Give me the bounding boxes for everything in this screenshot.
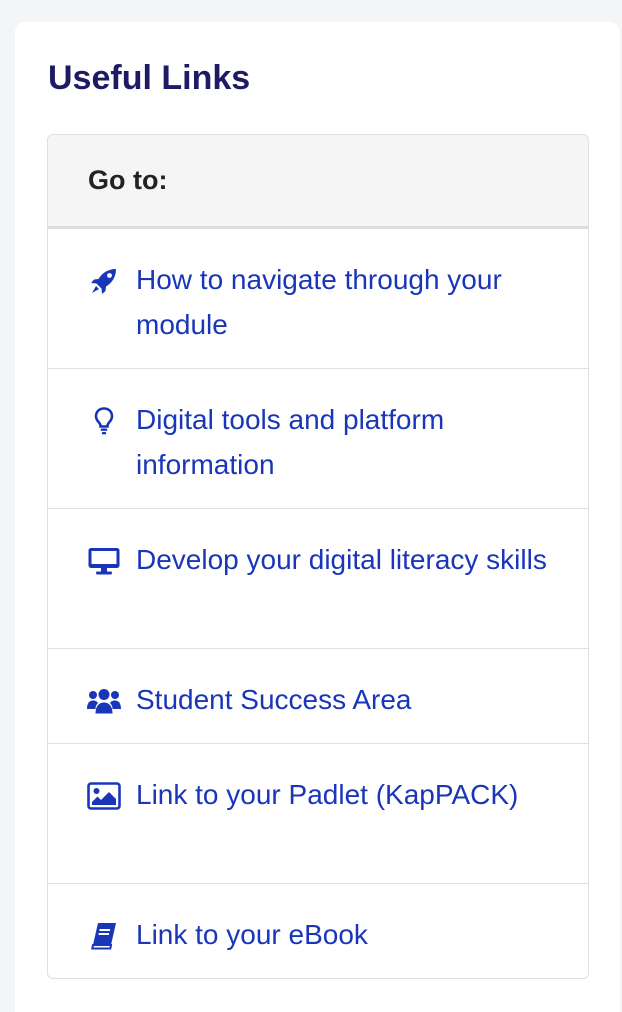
lightbulb-icon — [86, 405, 122, 437]
link-label: Link to your eBook — [136, 919, 368, 950]
link-label: How to navigate through your module — [136, 264, 502, 340]
card-title: Useful Links — [48, 59, 251, 97]
link-label: Link to your Padlet (KapPACK) — [136, 779, 519, 810]
links-header: Go to: — [48, 135, 588, 229]
links-list: Go to: How to navigate through your modu… — [47, 134, 589, 979]
links-header-label: Go to: — [88, 165, 168, 195]
rocket-icon — [86, 265, 122, 297]
users-icon — [86, 685, 122, 717]
book-icon — [86, 920, 122, 952]
page: Useful Links Go to: How to navigate thro… — [0, 0, 622, 1012]
link-label: Student Success Area — [136, 684, 412, 715]
link-navigate-module[interactable]: How to navigate through your module — [48, 229, 588, 369]
link-label: Develop your digital literacy skills — [136, 544, 547, 575]
desktop-icon — [86, 545, 122, 577]
link-label: Digital tools and platform information — [136, 404, 445, 480]
link-digital-literacy[interactable]: Develop your digital literacy skills — [48, 509, 588, 649]
link-ebook[interactable]: Link to your eBook — [48, 884, 588, 978]
useful-links-card: Useful Links Go to: How to navigate thro… — [15, 22, 620, 1012]
link-student-success[interactable]: Student Success Area — [48, 649, 588, 744]
link-padlet[interactable]: Link to your Padlet (KapPACK) — [48, 744, 588, 884]
link-digital-tools[interactable]: Digital tools and platform information — [48, 369, 588, 509]
image-icon — [86, 780, 122, 812]
